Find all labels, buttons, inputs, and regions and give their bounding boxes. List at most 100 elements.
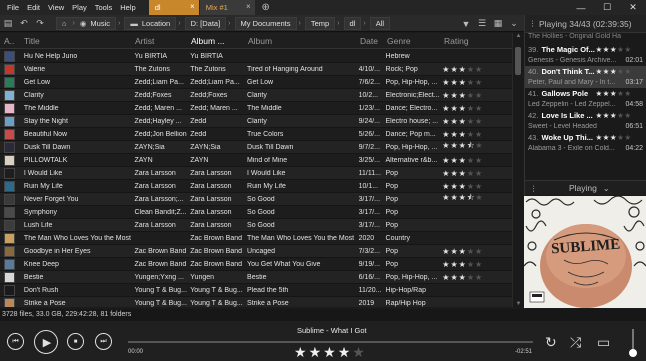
more-icon[interactable]: ⋮	[525, 184, 539, 193]
chevron-down-icon[interactable]: ⌄	[506, 15, 522, 32]
close-tab-icon[interactable]: ×	[190, 2, 195, 11]
scrollbar-thumb[interactable]	[515, 47, 521, 75]
close-icon[interactable]: ✕	[620, 0, 646, 15]
table-row[interactable]: Beautiful Now Zedd;Jon Bellion Zedd True Co…	[0, 128, 512, 141]
table-row[interactable]: PILLOWTALK ZAYN ZAYN Mind of Mine 3/25/... Al…	[0, 154, 512, 167]
volume-knob[interactable]	[629, 349, 637, 357]
star-icon[interactable]: ★	[338, 344, 353, 360]
playlist-item[interactable]: 41. Gallows Pole ★★★★★ Led Zeppelin - Led Z…	[525, 88, 646, 110]
shuffle-icon[interactable]: ⤮	[570, 334, 581, 351]
breadcrumb-all[interactable]: All	[369, 16, 391, 30]
back-icon[interactable]: ↶	[16, 15, 32, 32]
table-row[interactable]: I Would Like Zara Larsson Zara Larsson I Wo…	[0, 167, 512, 180]
table-row[interactable]: The Middle Zedd; Maren ... Zedd; Maren ...…	[0, 102, 512, 115]
menu-tools[interactable]: Tools	[91, 3, 117, 12]
minimize-icon[interactable]: —	[568, 0, 594, 15]
table-row[interactable]: Never Forget You Zara Larsson;... Zara Lar…	[0, 193, 512, 206]
stop-button[interactable]: ■	[67, 333, 84, 350]
grid-view-icon[interactable]: ▦	[490, 15, 506, 32]
rating-stars[interactable]: ★★★★★	[440, 91, 512, 100]
column-album-artist[interactable]: Album ...	[189, 36, 246, 46]
seek-bar[interactable]	[128, 341, 533, 343]
star-icon[interactable]: ★	[309, 344, 324, 360]
column-rating[interactable]: Rating	[442, 36, 502, 46]
rating-stars[interactable]: ★★★★★	[440, 260, 512, 269]
rating-stars[interactable]: ★★★★★	[440, 273, 512, 282]
playlist-item[interactable]: 40. Don't Think T... ★★★★★ Peter, Paul and …	[525, 66, 646, 88]
breadcrumb-drive[interactable]: D: [Data]	[184, 16, 227, 30]
tab-mix[interactable]: Mix #1 ×	[199, 0, 255, 15]
table-row[interactable]: Stay the Night Zedd;Hayley ... Zedd Clarity…	[0, 115, 512, 128]
next-button[interactable]: ⏭	[95, 333, 112, 350]
volume-slider[interactable]	[629, 329, 637, 357]
column-artist[interactable]: Artist	[133, 36, 189, 46]
forward-icon[interactable]: ↷	[32, 15, 48, 32]
rating-stars[interactable]: ★★★★★	[440, 182, 512, 191]
rating-stars[interactable]: ★★★★★	[440, 117, 512, 126]
table-row[interactable]: Dusk Till Dawn ZAYN;Sia ZAYN;Sia Dusk Till …	[0, 141, 512, 154]
table-row[interactable]: Goodbye in Her Eyes Zac Brown Band Zac Bro…	[0, 245, 512, 258]
scroll-up-icon[interactable]: ▲	[513, 33, 524, 39]
previous-button[interactable]: ⏮	[7, 333, 24, 350]
playlist-item[interactable]: 39. The Magic Of... ★★★★★ Genesis - Genesis…	[525, 44, 646, 66]
rating-stars[interactable]: ★★★★★	[595, 67, 631, 76]
list-item-partial[interactable]: The Hollies - Original Gold Ha	[525, 33, 646, 44]
table-row[interactable]: Knee Deep Zac Brown Band Zac Brown Band You…	[0, 258, 512, 271]
menu-view[interactable]: View	[44, 3, 68, 12]
table-row[interactable]: Strike a Pose Young T & Bug... Young T & B…	[0, 297, 512, 307]
cast-icon[interactable]: ▭	[597, 334, 610, 351]
rating-stars[interactable]: ★★★★★	[595, 45, 631, 54]
star-icon[interactable]: ★	[352, 344, 367, 360]
rating-stars[interactable]: ★★★★★	[440, 130, 512, 139]
table-row[interactable]: Symphony Clean Bandit;Z... Zara Larsson So …	[0, 206, 512, 219]
menu-play[interactable]: Play	[68, 3, 91, 12]
sidebar-toggle-icon[interactable]: ▤	[0, 15, 16, 32]
rating-stars[interactable]: ★★★★★	[595, 89, 631, 98]
play-button[interactable]: ▶	[34, 330, 58, 354]
column-date[interactable]: Date	[358, 36, 385, 46]
breadcrumb-location[interactable]: ▬ Location	[124, 16, 177, 30]
rating-stars[interactable]: ★★★★★	[440, 78, 512, 87]
breadcrumb-music[interactable]: ⌂ › ◉ Music	[56, 16, 117, 30]
playlist-item[interactable]: 42. Love Is Like ... ★★★★★ Sweet - Level He…	[525, 110, 646, 132]
table-row[interactable]: Clarity Zedd;Foxes Zedd;Foxes Clarity 10/2..…	[0, 89, 512, 102]
rating-stars[interactable]: ★★★★★	[440, 169, 512, 178]
playing-selector[interactable]: ⋮ Playing ⌄	[525, 180, 646, 195]
column-title[interactable]: Title	[22, 36, 133, 46]
player-rating[interactable]: ★★★★★	[294, 344, 367, 361]
maximize-icon[interactable]: ☐	[594, 0, 620, 15]
table-scrollbar[interactable]: ▲ ▼	[512, 33, 523, 307]
rating-stars[interactable]: ★★★★★	[595, 133, 631, 142]
table-row[interactable]: Bestie Yungen;Yxng ... Yungen Bestie 6/16/..…	[0, 271, 512, 284]
breadcrumb-my-documents[interactable]: My Documents	[234, 16, 297, 30]
table-row[interactable]: The Man Who Loves You the Most Zac Brown …	[0, 232, 512, 245]
rating-stars[interactable]: ★★★★★	[440, 104, 512, 113]
add-tab-icon[interactable]: ⊕	[259, 0, 273, 15]
table-row[interactable]: Don't Rush Young T & Bug... Young T & Bug.…	[0, 284, 512, 297]
rating-stars[interactable]: ★★★★★	[440, 156, 512, 165]
playlist-item[interactable]: 43. Woke Up Thi... ★★★★★ Alabama 3 - Exile …	[525, 132, 646, 154]
menu-file[interactable]: File	[3, 3, 23, 12]
filter-icon[interactable]: ▼	[458, 15, 474, 32]
menu-edit[interactable]: Edit	[23, 3, 44, 12]
table-row[interactable]: Valerie The Zutons The Zutons Tired of Hang…	[0, 63, 512, 76]
column-art[interactable]: A..	[0, 36, 22, 46]
star-icon[interactable]: ★	[294, 344, 309, 360]
star-icon[interactable]: ★	[323, 344, 338, 360]
list-view-icon[interactable]: ☰	[474, 15, 490, 32]
breadcrumb-dl[interactable]: dl	[343, 16, 362, 30]
rating-stars[interactable]: ★★★⯪★	[440, 140, 512, 154]
more-icon[interactable]: ⋮	[529, 19, 539, 28]
table-row[interactable]: Lush Life Zara Larsson Zara Larsson So Good…	[0, 219, 512, 232]
rating-stars[interactable]: ★★★★★	[440, 247, 512, 256]
repeat-icon[interactable]: ↻	[545, 334, 557, 351]
breadcrumb-temp[interactable]: Temp	[304, 16, 336, 30]
scroll-down-icon[interactable]: ▼	[513, 301, 524, 307]
table-row[interactable]: Hu Ne Help Juno Yu BIRTIA Yu BIRTIA Hebrew	[0, 50, 512, 63]
tab-dl[interactable]: dl ×	[148, 0, 199, 15]
table-row[interactable]: Ruin My Life Zara Larsson Zara Larsson Ruin…	[0, 180, 512, 193]
rating-stars[interactable]: ★★★⯪★	[440, 192, 512, 206]
column-genre[interactable]: Genre	[385, 36, 442, 46]
close-tab-icon[interactable]: ×	[246, 2, 251, 11]
rating-stars[interactable]: ★★★★★	[440, 65, 512, 74]
